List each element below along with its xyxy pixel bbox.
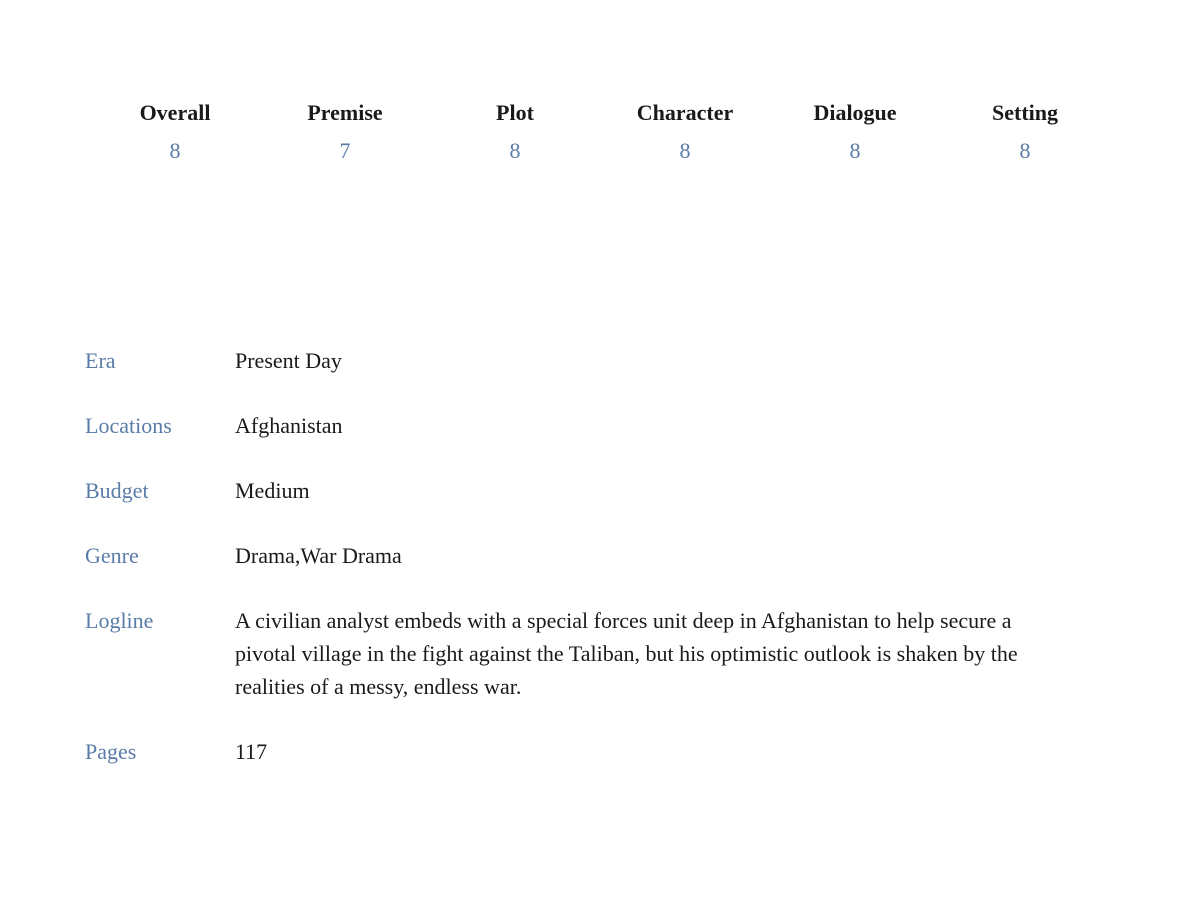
detail-label: Genre [85,539,235,572]
detail-label: Logline [85,604,235,703]
score-value: 8 [1020,138,1031,164]
detail-label: Pages [85,735,235,768]
score-premise: Premise 7 [260,100,430,164]
score-label: Dialogue [813,100,896,126]
detail-value: Drama,War Drama [235,539,1130,572]
detail-locations: Locations Afghanistan [85,409,1130,442]
score-value: 7 [340,138,351,164]
score-value: 8 [850,138,861,164]
score-label: Premise [307,100,382,126]
detail-label: Locations [85,409,235,442]
details-section: Era Present Day Locations Afghanistan Bu… [70,344,1130,768]
score-overall: Overall 8 [90,100,260,164]
score-label: Plot [496,100,534,126]
score-dialogue: Dialogue 8 [770,100,940,164]
score-value: 8 [170,138,181,164]
score-label: Character [637,100,734,126]
score-value: 8 [510,138,521,164]
detail-value: Present Day [235,344,1130,377]
scores-row: Overall 8 Premise 7 Plot 8 Character 8 D… [70,100,1130,164]
score-value: 8 [680,138,691,164]
detail-pages: Pages 117 [85,735,1130,768]
detail-label: Era [85,344,235,377]
score-setting: Setting 8 [940,100,1110,164]
detail-value: 117 [235,735,1130,768]
detail-value: Medium [235,474,1130,507]
detail-budget: Budget Medium [85,474,1130,507]
detail-value: Afghanistan [235,409,1130,442]
score-label: Setting [992,100,1058,126]
detail-logline: Logline A civilian analyst embeds with a… [85,604,1130,703]
detail-label: Budget [85,474,235,507]
score-label: Overall [140,100,211,126]
detail-value: A civilian analyst embeds with a special… [235,604,1130,703]
detail-era: Era Present Day [85,344,1130,377]
score-plot: Plot 8 [430,100,600,164]
score-character: Character 8 [600,100,770,164]
detail-genre: Genre Drama,War Drama [85,539,1130,572]
